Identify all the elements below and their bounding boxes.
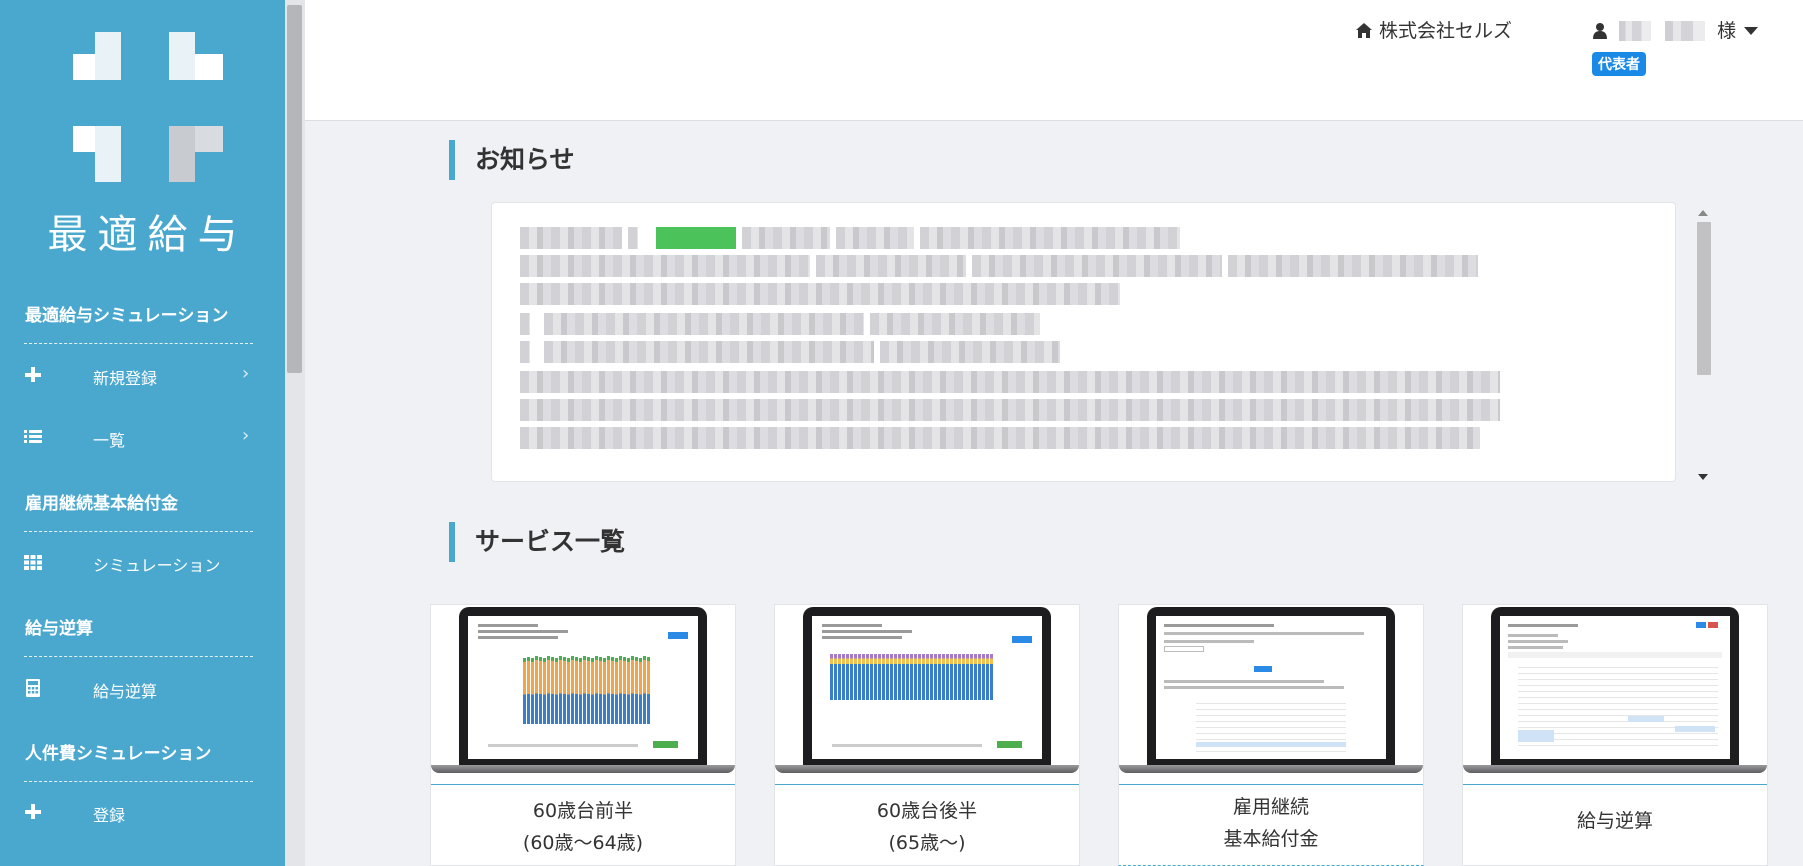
sidebar-item-label: シミュレーション [93,556,221,575]
divider [24,531,253,532]
service-title-line1: 60歳台前半 [532,800,634,822]
service-thumbnail [1463,605,1767,785]
service-thumbnail [775,605,1079,785]
chevron-right-icon: › [242,363,250,384]
service-title: 給与逆算 [1463,805,1767,837]
notice-line [520,283,1126,305]
service-title-line1: 雇用継続 [1232,796,1309,818]
sidebar-item-register[interactable]: 登録 [0,793,285,833]
logo-text: 最適給与 [47,212,248,258]
service-title-line2: (60歳〜64歳) [522,832,644,854]
laptop-image [803,607,1051,767]
divider [24,781,253,782]
sidebar-scrollbar[interactable] [285,0,305,866]
service-title: 60歳台前半 (60歳〜64歳) [431,795,735,859]
service-title-line1: 給与逆算 [1576,810,1653,832]
sidebar-item-label: 登録 [93,806,126,825]
notice-line [520,427,1486,449]
chevron-down-icon [1744,27,1759,35]
top-header: 株式会社セルズ 様 代表者 [305,0,1803,121]
plus-icon [25,367,41,382]
notice-tag [656,227,736,249]
plus-icon [25,804,41,819]
service-card-employment-benefit[interactable]: 雇用継続 基本給付金 [1118,604,1424,866]
scrollbar-thumb[interactable] [287,5,302,373]
list-icon [24,430,42,443]
user-icon [1593,23,1607,39]
chart-thumbnail [523,654,650,724]
service-card-60s-first-half[interactable]: 60歳台前半 (60歳〜64歳) [430,604,736,866]
section-title-labor-cost: 人件費シミュレーション [25,744,212,764]
logo-mark-icon [73,32,223,182]
service-title-line1: 60歳台後半 [876,800,978,822]
company-name: 株式会社セルズ [1379,20,1513,42]
app-logo[interactable]: 最適給与 [0,24,295,258]
service-thumbnail [431,605,735,785]
role-badge: 代表者 [1592,52,1646,76]
notice-line [520,399,1506,421]
scrollbar-thumb[interactable] [1697,222,1711,375]
divider [24,343,253,344]
laptop-image [1147,607,1395,767]
calculator-icon [26,679,40,697]
sidebar-item-reverse-salary[interactable]: 給与逆算 [0,669,285,709]
home-icon [1356,23,1372,38]
service-title-line2: 基本給付金 [1223,828,1319,850]
service-card-60s-second-half[interactable]: 60歳台後半 (65歳〜) [774,604,1080,866]
notice-heading: お知らせ [449,140,575,180]
section-title-optimal-salary: 最適給与シミュレーション [25,306,229,326]
service-title: 雇用継続 基本給付金 [1119,791,1423,855]
laptop-image [1491,607,1739,767]
service-card-reverse-salary[interactable]: 給与逆算 [1462,604,1768,866]
sidebar: 最適給与 最適給与シミュレーション 新規登録 › 一覧 › 雇用継続基本給付金 … [0,0,285,866]
company-link[interactable]: 株式会社セルズ [1355,16,1512,43]
sidebar-item-label: 新規登録 [93,369,158,388]
grid-icon [24,555,42,570]
sidebar-item-new-register[interactable]: 新規登録 › [0,356,285,396]
chart-thumbnail [830,650,993,700]
sidebar-item-label: 一覧 [93,431,126,450]
notice-scrollbar[interactable] [1694,210,1712,480]
chevron-right-icon: › [242,425,250,446]
notice-line [520,227,1186,249]
user-name-redacted [1665,21,1706,41]
scroll-down-icon[interactable] [1698,474,1708,480]
service-title-line2: (65歳〜) [888,832,966,854]
divider [24,656,253,657]
user-suffix: 様 [1717,20,1737,42]
sidebar-item-list[interactable]: 一覧 › [0,418,285,458]
laptop-image [459,607,707,767]
scroll-up-icon[interactable] [1698,210,1708,216]
service-thumbnail [1119,605,1423,785]
services-heading: サービス一覧 [449,522,625,562]
section-title-employment-benefit: 雇用継続基本給付金 [25,494,178,514]
notice-line [520,255,1484,277]
notice-line [520,313,1046,335]
user-name-redacted [1619,21,1652,41]
notice-line [520,371,1506,393]
user-menu[interactable]: 様 [1593,16,1759,43]
sidebar-item-label: 給与逆算 [93,682,158,701]
notice-box [491,202,1676,482]
sidebar-item-simulation[interactable]: シミュレーション [0,543,285,583]
notice-line [520,341,1066,363]
service-title: 60歳台後半 (65歳〜) [775,795,1079,859]
section-title-reverse-salary: 給与逆算 [25,619,93,639]
